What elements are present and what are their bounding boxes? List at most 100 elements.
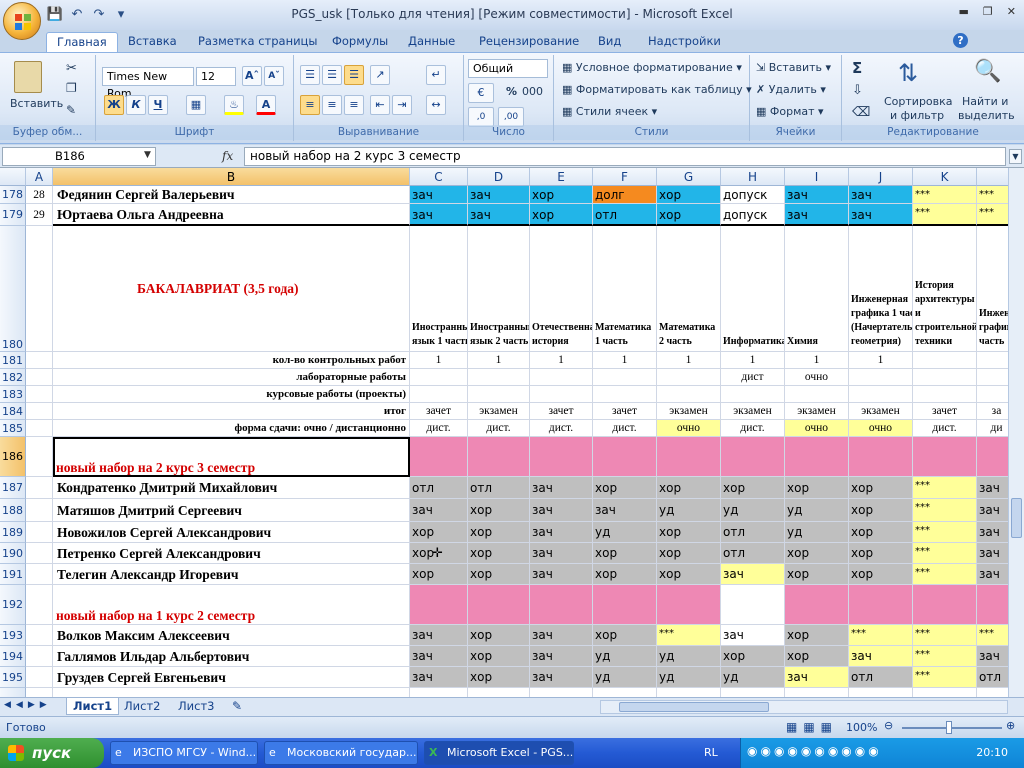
decrease-decimal-icon[interactable]: ,00: [498, 107, 524, 127]
grade-cell[interactable]: хор: [721, 646, 785, 667]
cell-a[interactable]: [26, 625, 53, 646]
grade-cell[interactable]: [913, 585, 977, 625]
bold-button[interactable]: Ж: [104, 95, 124, 115]
grade-cell[interactable]: [721, 688, 785, 697]
grade-cell[interactable]: [785, 688, 849, 697]
grade-cell[interactable]: зачет: [913, 403, 977, 420]
grade-cell[interactable]: Математика 2 часть: [657, 226, 721, 352]
grade-cell[interactable]: 1: [468, 352, 530, 369]
grade-cell[interactable]: 1: [849, 352, 913, 369]
shrink-font-icon[interactable]: Aˇ: [264, 66, 284, 86]
grade-cell[interactable]: [468, 585, 530, 625]
sheet-tab-1[interactable]: Лист1: [66, 698, 120, 715]
grade-cell[interactable]: [410, 585, 468, 625]
office-button[interactable]: [3, 2, 41, 40]
taskbar-item-excel[interactable]: X Microsoft Excel - PGS...: [424, 741, 574, 765]
grade-cell[interactable]: [657, 688, 721, 697]
sort-filter-line2[interactable]: и фильтр: [890, 109, 944, 122]
grade-cell[interactable]: зач: [721, 564, 785, 585]
cell-a[interactable]: [26, 420, 53, 437]
row-header[interactable]: 185: [0, 420, 26, 437]
cell-a[interactable]: [26, 499, 53, 522]
zoom-slider-thumb[interactable]: [946, 721, 952, 734]
cell-b[interactable]: Волков Максим Алексеевич: [53, 625, 410, 646]
grade-cell[interactable]: ***: [977, 625, 1008, 646]
grade-cell[interactable]: [849, 369, 913, 386]
grade-cell[interactable]: [530, 437, 593, 477]
sheet-tab-3[interactable]: Лист3: [172, 698, 220, 715]
col-header-c[interactable]: C: [410, 168, 468, 186]
grade-cell[interactable]: отл: [468, 477, 530, 499]
spreadsheet-grid[interactable]: A B C D E F G H I J K 178 28 Федянин Серге…: [0, 168, 1008, 697]
grade-cell[interactable]: отл: [593, 204, 657, 226]
grade-cell[interactable]: зач: [530, 564, 593, 585]
grade-cell[interactable]: хор: [530, 204, 593, 226]
cell-b[interactable]: Галлямов Ильдар Альбертович: [53, 646, 410, 667]
maximize-button[interactable]: ❐: [983, 5, 993, 18]
grade-cell[interactable]: [785, 386, 849, 403]
grade-cell[interactable]: отл: [721, 522, 785, 543]
grade-cell[interactable]: ***: [913, 186, 977, 204]
grade-cell[interactable]: [530, 369, 593, 386]
grade-cell[interactable]: уд: [657, 667, 721, 688]
cell-b[interactable]: форма сдачи: очно / дистанционно: [53, 420, 410, 437]
zoom-level[interactable]: 100%: [846, 721, 877, 734]
language-indicator[interactable]: RL: [704, 746, 718, 759]
grade-cell[interactable]: хор: [593, 564, 657, 585]
cell-a[interactable]: [26, 688, 53, 697]
row-header[interactable]: 193: [0, 625, 26, 646]
horizontal-scroll-thumb[interactable]: [619, 702, 769, 712]
taskbar-item-ie-1[interactable]: e ИЗСПО МГСУ - Wind...: [110, 741, 258, 765]
grade-cell[interactable]: ***: [913, 646, 977, 667]
grade-cell[interactable]: хор: [657, 543, 721, 564]
zoom-in-icon[interactable]: ⊕: [1006, 719, 1015, 732]
align-top-icon[interactable]: ☰: [300, 65, 320, 85]
col-header-l[interactable]: [977, 168, 1008, 186]
row-header[interactable]: 180: [0, 226, 26, 352]
grade-cell[interactable]: хор: [657, 477, 721, 499]
percent-button[interactable]: %: [506, 85, 517, 98]
grade-cell[interactable]: зач: [785, 204, 849, 226]
cell-b[interactable]: Новожилов Сергей Александрович: [53, 522, 410, 543]
grade-cell[interactable]: 1: [657, 352, 721, 369]
grade-cell[interactable]: хор: [468, 499, 530, 522]
grade-cell[interactable]: [721, 437, 785, 477]
cell-b[interactable]: итог: [53, 403, 410, 420]
grade-cell[interactable]: [530, 688, 593, 697]
grade-cell[interactable]: [849, 688, 913, 697]
grade-cell[interactable]: допуск: [721, 204, 785, 226]
grade-cell[interactable]: хор: [657, 522, 721, 543]
col-header-d[interactable]: D: [468, 168, 530, 186]
grade-cell[interactable]: Информатика: [721, 226, 785, 352]
grade-cell[interactable]: Математика 1 часть: [593, 226, 657, 352]
grade-cell[interactable]: хор: [657, 186, 721, 204]
tab-data[interactable]: Данные: [406, 32, 457, 52]
grade-cell[interactable]: [913, 386, 977, 403]
grade-cell[interactable]: дист.: [913, 420, 977, 437]
grade-cell[interactable]: очно: [849, 420, 913, 437]
cell-a[interactable]: [26, 226, 53, 352]
grade-cell[interactable]: [785, 585, 849, 625]
font-color-icon[interactable]: A: [256, 95, 276, 115]
underline-button[interactable]: Ч: [148, 95, 168, 115]
increase-decimal-icon[interactable]: ,0: [468, 107, 494, 127]
align-center-icon[interactable]: ≡: [322, 95, 342, 115]
grade-cell[interactable]: уд: [593, 667, 657, 688]
grade-cell[interactable]: ***: [913, 204, 977, 226]
grade-cell[interactable]: ***: [913, 522, 977, 543]
grade-cell[interactable]: зач: [721, 625, 785, 646]
grade-cell[interactable]: очно: [785, 420, 849, 437]
grade-cell[interactable]: хор: [849, 564, 913, 585]
col-header-e[interactable]: E: [530, 168, 593, 186]
grade-cell[interactable]: Иностранный язык 1 часть: [410, 226, 468, 352]
grade-cell[interactable]: зач: [410, 499, 468, 522]
view-buttons-icon[interactable]: ▦▦▦: [786, 720, 838, 734]
grade-cell[interactable]: Отечественная история: [530, 226, 593, 352]
grade-cell[interactable]: экзамен: [849, 403, 913, 420]
grade-cell[interactable]: зач: [977, 522, 1008, 543]
fill-icon[interactable]: ⇩: [852, 83, 863, 98]
grade-cell[interactable]: [410, 386, 468, 403]
cell-a[interactable]: [26, 646, 53, 667]
cell-a[interactable]: [26, 403, 53, 420]
cell-b[interactable]: лабораторные работы: [53, 369, 410, 386]
